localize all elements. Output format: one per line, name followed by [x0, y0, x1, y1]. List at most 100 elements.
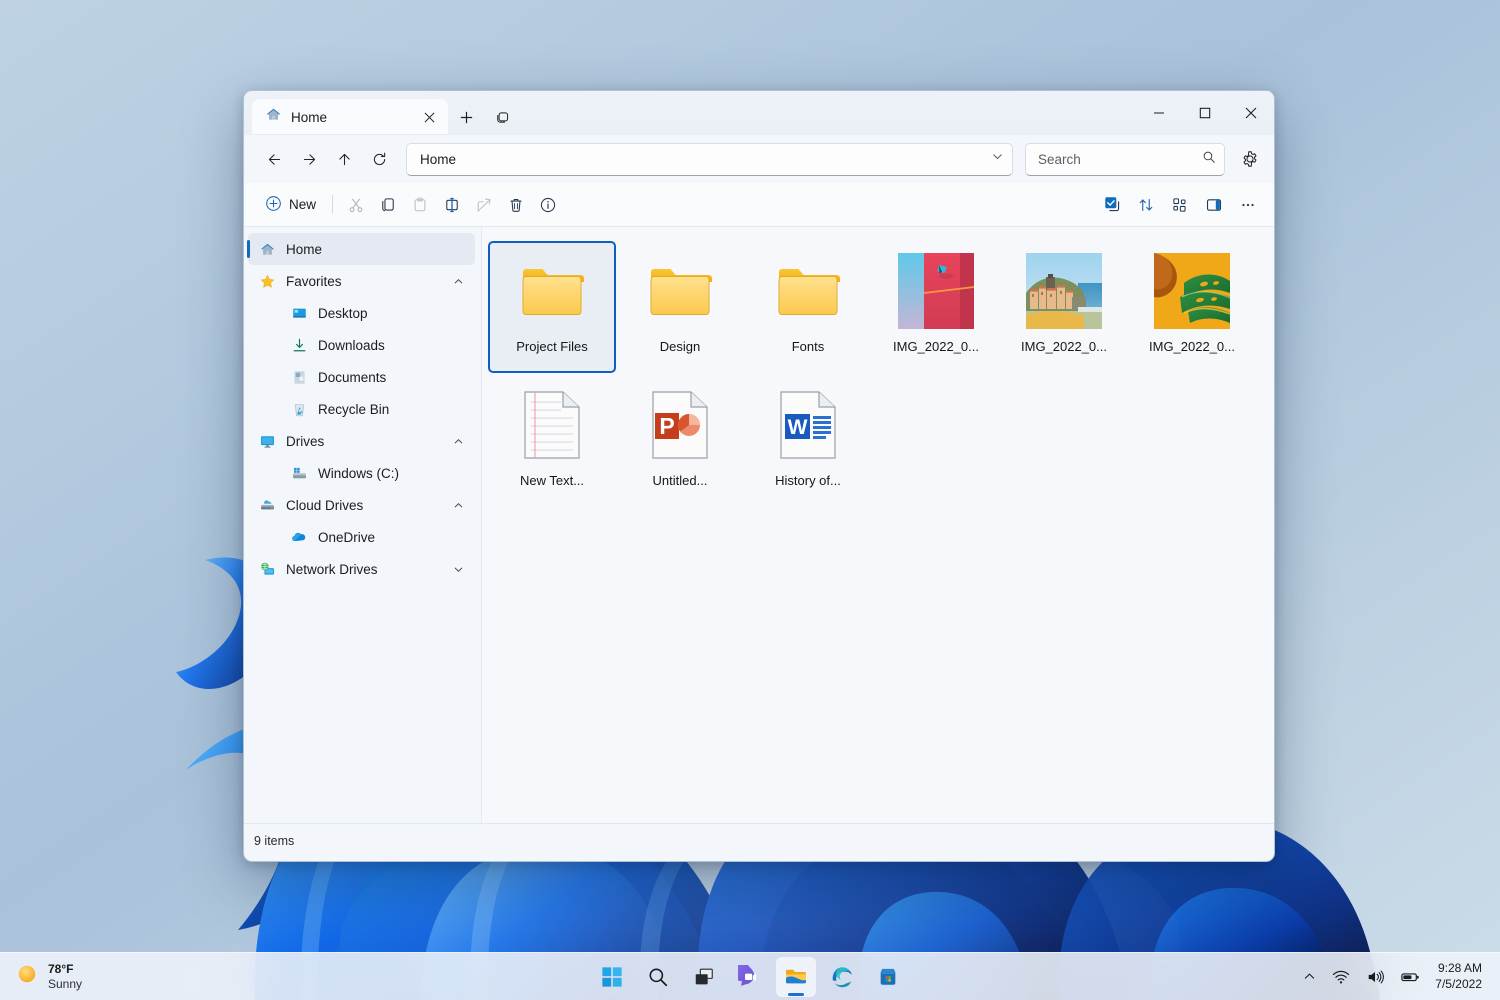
tab-home[interactable]: Home: [252, 99, 448, 135]
address-bar-row: Home Search: [244, 135, 1274, 183]
file-item-label: History of...: [775, 473, 841, 488]
title-bar: Home: [244, 91, 1274, 135]
file-item-image[interactable]: IMG_2022_0...: [1000, 241, 1128, 373]
sidebar-item-recycle-bin[interactable]: Recycle Bin: [248, 393, 475, 425]
search-button[interactable]: [638, 957, 678, 997]
sidebar-item-downloads[interactable]: Downloads: [248, 329, 475, 361]
chevron-up-icon[interactable]: [447, 500, 469, 511]
chevron-up-icon[interactable]: [447, 436, 469, 447]
rename-button[interactable]: [436, 189, 468, 221]
file-item-label: Untitled...: [653, 473, 708, 488]
sidebar-item-drives[interactable]: Drives: [248, 425, 475, 457]
sidebar-item-label: Documents: [318, 370, 475, 385]
up-button[interactable]: [328, 143, 361, 176]
speaker-icon[interactable]: [1359, 958, 1391, 996]
sidebar-item-documents[interactable]: Documents: [248, 361, 475, 393]
system-tray: 9:28 AM 7/5/2022: [1296, 958, 1492, 996]
tab-title: Home: [291, 110, 409, 125]
sidebar-item-windows-c[interactable]: Windows (C:): [248, 457, 475, 489]
powerpoint-document-icon: P: [642, 387, 718, 463]
clock[interactable]: 9:28 AM 7/5/2022: [1429, 958, 1492, 996]
copy-button[interactable]: [372, 189, 404, 221]
delete-button[interactable]: [500, 189, 532, 221]
file-item-folder[interactable]: Design: [616, 241, 744, 373]
command-bar-right: [1096, 189, 1264, 221]
file-explorer-window: Home: [243, 90, 1275, 862]
sidebar-item-cloud-drives[interactable]: Cloud Drives: [248, 489, 475, 521]
file-list-view[interactable]: Project Files Design: [482, 227, 1274, 823]
sort-button[interactable]: [1130, 189, 1162, 221]
maximize-button[interactable]: [1182, 91, 1228, 135]
sidebar-item-desktop[interactable]: Desktop: [248, 297, 475, 329]
svg-text:P: P: [659, 413, 674, 439]
address-path-text: Home: [420, 152, 991, 167]
file-item-image[interactable]: IMG_2022_0...: [872, 241, 1000, 373]
forward-button[interactable]: [293, 143, 326, 176]
show-hidden-icons-button[interactable]: [1296, 958, 1323, 996]
settings-button[interactable]: [1233, 143, 1266, 176]
new-button[interactable]: New: [256, 189, 325, 221]
tab-strip: Home: [244, 91, 520, 135]
sidebar-item-home[interactable]: Home: [248, 233, 475, 265]
address-path-input[interactable]: Home: [406, 143, 1013, 176]
clock-date: 7/5/2022: [1435, 977, 1482, 993]
battery-icon[interactable]: [1393, 958, 1427, 996]
refresh-button[interactable]: [363, 143, 396, 176]
cloud-drive-icon: [258, 496, 276, 514]
search-box[interactable]: Search: [1025, 143, 1225, 176]
start-button[interactable]: [592, 957, 632, 997]
svg-text:W: W: [788, 416, 808, 439]
wifi-icon[interactable]: [1325, 958, 1357, 996]
properties-button[interactable]: [532, 189, 564, 221]
sidebar-item-label: Home: [286, 242, 475, 257]
details-pane-button[interactable]: [1198, 189, 1230, 221]
file-item-label: Project Files: [516, 339, 588, 354]
home-icon: [258, 240, 276, 258]
minimize-button[interactable]: [1136, 91, 1182, 135]
search-input[interactable]: Search: [1038, 152, 1202, 167]
file-item-document[interactable]: W History of...: [744, 375, 872, 507]
chevron-down-icon[interactable]: [447, 564, 469, 575]
close-tab-icon[interactable]: [418, 106, 440, 128]
microsoft-store-button[interactable]: [868, 957, 908, 997]
file-item-folder[interactable]: Fonts: [744, 241, 872, 373]
file-item-folder[interactable]: Project Files: [488, 241, 616, 373]
task-view-button[interactable]: [684, 957, 724, 997]
file-item-image[interactable]: IMG_2022_0...: [1128, 241, 1256, 373]
back-button[interactable]: [258, 143, 291, 176]
share-button[interactable]: [468, 189, 500, 221]
window-controls: [1136, 91, 1274, 135]
network-icon: [258, 560, 276, 578]
cut-button[interactable]: [340, 189, 372, 221]
chat-button[interactable]: [730, 957, 770, 997]
sidebar-item-favorites[interactable]: Favorites: [248, 265, 475, 297]
file-item-document[interactable]: New Text...: [488, 375, 616, 507]
new-tab-button[interactable]: [451, 102, 481, 132]
sidebar-item-onedrive[interactable]: OneDrive: [248, 521, 475, 553]
paste-button[interactable]: [404, 189, 436, 221]
sidebar-item-label: Network Drives: [286, 562, 437, 577]
sidebar-item-label: Downloads: [318, 338, 475, 353]
file-item-label: IMG_2022_0...: [1149, 339, 1235, 354]
sidebar-item-label: Desktop: [318, 306, 475, 321]
chevron-up-icon[interactable]: [447, 276, 469, 287]
view-button[interactable]: [1164, 189, 1196, 221]
folder-icon: [642, 253, 718, 329]
chevron-down-icon[interactable]: [991, 150, 1004, 168]
edge-button[interactable]: [822, 957, 862, 997]
desktop-icon: [290, 304, 308, 322]
weather-widget[interactable]: 78°F Sunny: [0, 957, 82, 997]
file-item-label: Design: [660, 339, 700, 354]
close-button[interactable]: [1228, 91, 1274, 135]
file-item-document[interactable]: P Untitled...: [616, 375, 744, 507]
download-icon: [290, 336, 308, 354]
item-count-label: 9 items: [254, 834, 294, 848]
sidebar-item-network-drives[interactable]: Network Drives: [248, 553, 475, 585]
see-more-button[interactable]: [1232, 189, 1264, 221]
file-explorer-button[interactable]: [776, 957, 816, 997]
select-all-button[interactable]: [1096, 189, 1128, 221]
tab-list-icon[interactable]: [487, 102, 517, 132]
documents-icon: [290, 368, 308, 386]
file-grid: Project Files Design: [488, 241, 1274, 509]
sidebar-item-label: Recycle Bin: [318, 402, 475, 417]
